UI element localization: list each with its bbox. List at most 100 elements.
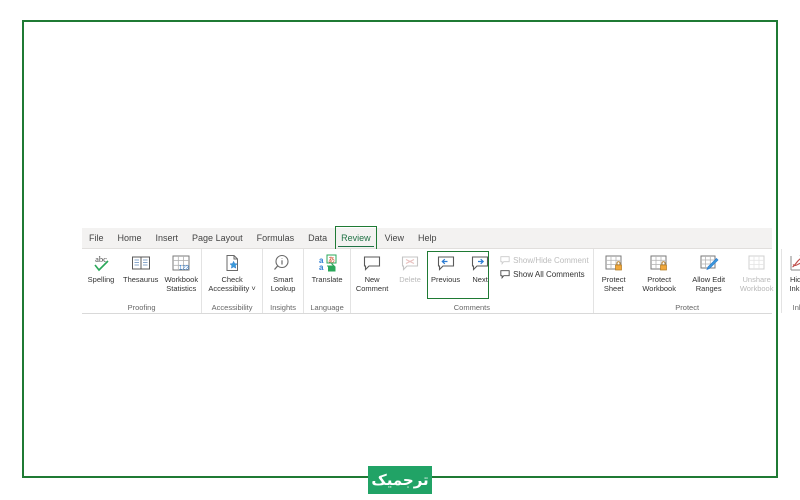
tab-label: Home [117, 233, 142, 243]
tab-insert[interactable]: Insert [149, 228, 186, 248]
button-label: Smart Lookup [270, 275, 296, 293]
previous-comment-button[interactable]: Previous [427, 251, 464, 285]
button-label: Previous [430, 275, 461, 284]
tab-label: Data [308, 233, 328, 243]
tab-file[interactable]: File [82, 228, 111, 248]
group-label: Proofing [127, 303, 156, 312]
group-label: Protect [675, 303, 700, 312]
ribbon-tab-strip: File Home Insert Page Layout Formulas Da… [82, 226, 772, 250]
protect-sheet-icon [603, 252, 625, 274]
show-all-comments-button[interactable]: Show All Comments [500, 267, 589, 281]
previous-next-highlight-wrapper: Previous Next [427, 251, 496, 299]
unshare-workbook-icon [746, 252, 768, 274]
group-label: Ink [792, 303, 800, 312]
tab-label: Review [341, 233, 371, 243]
tab-home[interactable]: Home [111, 228, 149, 248]
button-label: Protect Sheet [601, 275, 626, 293]
show-hide-comment-icon [500, 255, 510, 265]
translate-button[interactable]: a a あ Translate [304, 251, 350, 285]
tab-page-layout[interactable]: Page Layout [185, 228, 250, 248]
button-label: Translate [311, 275, 343, 284]
svg-text:a: a [319, 263, 324, 272]
small-button-label: Show/Hide Comment [513, 255, 589, 265]
new-comment-icon [361, 252, 383, 274]
button-label: Workbook Statistics [164, 275, 199, 293]
tab-label: Formulas [256, 233, 295, 243]
workbook-statistics-button[interactable]: 123 Workbook Statistics [161, 251, 201, 293]
group-accessibility: Check Accessibility ˅ Accessibility [202, 249, 264, 313]
next-comment-button[interactable]: Next [464, 251, 496, 285]
magnifier-info-icon [272, 252, 294, 274]
excel-ribbon: File Home Insert Page Layout Formulas Da… [82, 226, 800, 314]
spelling-button[interactable]: abc Spelling [82, 251, 120, 285]
smart-lookup-button[interactable]: Smart Lookup [263, 251, 303, 293]
group-insights: Smart Lookup Insights [263, 249, 305, 313]
show-hide-comment-button[interactable]: Show/Hide Comment [500, 253, 589, 267]
group-comments-row: New Comment Delete Previous Next Show/Hi… [351, 249, 593, 302]
button-label: Unshare Workbook [739, 275, 774, 293]
tab-view[interactable]: View [378, 228, 411, 248]
new-comment-button[interactable]: New Comment [351, 251, 393, 293]
tab-label: File [89, 233, 104, 243]
book-icon [130, 252, 152, 274]
green-page-frame: File Home Insert Page Layout Formulas Da… [22, 20, 800, 478]
group-language: a a あ Translate Language [304, 249, 352, 313]
tab-label: View [384, 233, 404, 243]
abc-check-icon: abc [90, 252, 112, 274]
hide-ink-button[interactable]: Hide Ink ˅ [782, 251, 800, 293]
check-accessibility-button[interactable]: Check Accessibility ˅ [202, 251, 262, 293]
allow-edit-ranges-button[interactable]: Allow Edit Ranges [685, 251, 733, 293]
previous-comment-icon [435, 252, 457, 274]
button-label: Next [472, 275, 488, 284]
button-label: New Comment [355, 275, 389, 293]
group-protect: Protect Sheet Protect Workbook Allow Edi… [594, 249, 782, 313]
button-label: Thesaurus [123, 275, 159, 284]
logo-text: ترجمیک [371, 470, 429, 489]
protect-workbook-icon [648, 252, 670, 274]
tab-label: Help [418, 233, 437, 243]
grid-123-icon: 123 [170, 252, 192, 274]
unshare-workbook-button[interactable]: Unshare Workbook [733, 251, 781, 293]
group-language-row: a a あ Translate [304, 249, 350, 302]
next-comment-icon [469, 252, 491, 274]
group-protect-row: Protect Sheet Protect Workbook Allow Edi… [594, 249, 781, 302]
tab-label: Page Layout [192, 233, 243, 243]
button-label: Protect Workbook [642, 275, 676, 293]
active-tab-underline [338, 245, 374, 247]
protect-sheet-button[interactable]: Protect Sheet [594, 251, 634, 293]
translate-icon: a a あ [316, 252, 338, 274]
document-star-icon [221, 252, 243, 274]
small-button-label: Show All Comments [513, 269, 585, 279]
button-label: Delete [399, 275, 421, 284]
group-accessibility-row: Check Accessibility ˅ [202, 249, 262, 302]
hide-ink-icon [787, 252, 800, 274]
group-label: Comments [453, 303, 490, 312]
tab-data[interactable]: Data [301, 228, 334, 248]
protect-workbook-button[interactable]: Protect Workbook [634, 251, 685, 293]
ribbon-body: abc Spelling Thesaurus 123 Workbook Stat… [82, 249, 800, 314]
group-proofing-row: abc Spelling Thesaurus 123 Workbook Stat… [82, 249, 201, 302]
button-label: Allow Edit Ranges [692, 275, 726, 293]
tab-review[interactable]: Review [334, 226, 378, 250]
tab-help[interactable]: Help [411, 228, 444, 248]
show-all-comments-icon [500, 269, 510, 279]
group-insights-row: Smart Lookup [263, 249, 303, 302]
group-proofing: abc Spelling Thesaurus 123 Workbook Stat… [82, 249, 203, 313]
group-label: Language [310, 303, 344, 312]
group-comments: New Comment Delete Previous Next Show/Hi… [351, 249, 594, 313]
group-label: Accessibility [211, 303, 253, 312]
svg-text:abc: abc [95, 254, 107, 264]
svg-text:あ: あ [328, 256, 335, 264]
allow-edit-ranges-icon [698, 252, 720, 274]
group-label: Insights [270, 303, 296, 312]
group-ink-row: Hide Ink ˅ [782, 249, 800, 302]
svg-text:123: 123 [179, 266, 190, 272]
delete-comment-icon [399, 252, 421, 274]
delete-comment-button[interactable]: Delete [393, 251, 427, 285]
tab-formulas[interactable]: Formulas [250, 228, 302, 248]
button-label: Spelling [87, 275, 115, 284]
comments-small-buttons: Show/Hide Comment Show All Comments [496, 251, 593, 281]
thesaurus-button[interactable]: Thesaurus [120, 251, 161, 285]
button-label: Hide Ink ˅ [789, 275, 800, 293]
button-label: Check Accessibility ˅ [208, 275, 256, 293]
